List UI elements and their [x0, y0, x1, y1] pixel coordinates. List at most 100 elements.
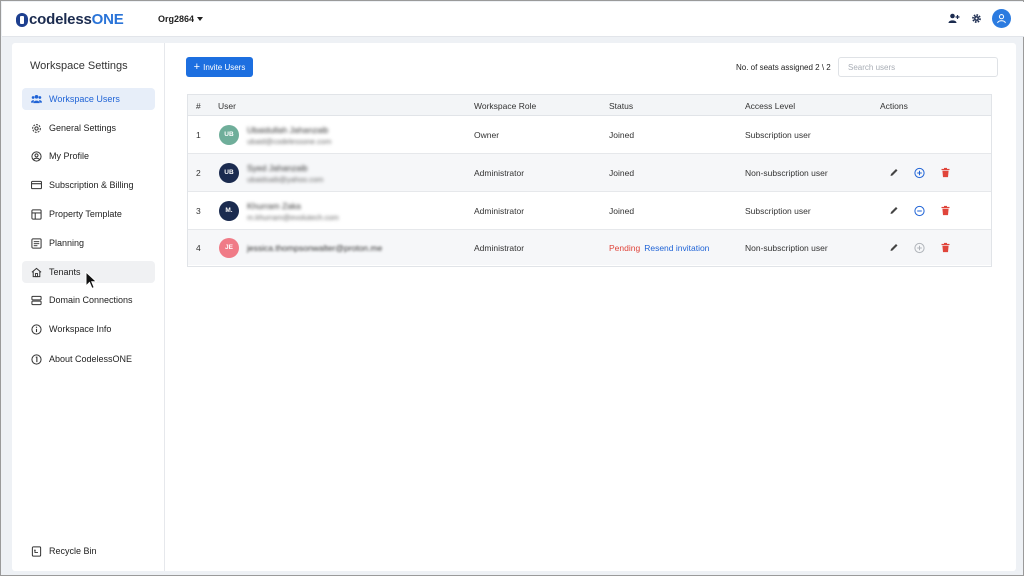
- invite-users-button[interactable]: + Invite Users: [186, 57, 253, 77]
- sidebar-item-workspace-info[interactable]: Workspace Info: [22, 318, 155, 340]
- access-level: Non-subscription user: [745, 167, 828, 178]
- add-user-icon[interactable]: [948, 13, 960, 25]
- user-email: ubaid@codelessone.com: [247, 137, 332, 146]
- gear-icon[interactable]: [970, 13, 982, 25]
- workspace-role: Owner: [474, 129, 500, 140]
- user-name: Ubaidullah Jahanzaib: [247, 125, 329, 135]
- logo-text: codelessONE: [29, 11, 124, 28]
- status-text: Joined: [609, 167, 635, 178]
- sidebar-item-general-settings[interactable]: General Settings: [22, 117, 155, 139]
- logo[interactable]: codelessONE: [16, 11, 124, 28]
- mouse-cursor-icon: [85, 271, 98, 290]
- status-pending: Pending: [609, 242, 641, 253]
- delete-icon[interactable]: [940, 205, 951, 216]
- avatar: JE: [219, 237, 239, 258]
- table-row: 2 UB Syed Jahanzaib ubaidsaib@yahoo.com …: [188, 154, 991, 192]
- sidebar-item-planning[interactable]: Planning: [22, 232, 155, 254]
- column-header-user: User: [218, 101, 236, 111]
- top-bar-actions: [948, 9, 1011, 28]
- info-icon: [31, 323, 42, 335]
- column-header-status: Status: [609, 101, 634, 111]
- invite-users-label: Invite Users: [203, 62, 246, 72]
- row-number: 3: [196, 205, 201, 216]
- avatar: UB: [219, 124, 239, 145]
- column-header-actions: Actions: [880, 101, 908, 111]
- column-header-role: Workspace Role: [474, 101, 537, 111]
- edit-icon[interactable]: [888, 242, 899, 253]
- user-name: Khurram Zaka: [247, 201, 301, 211]
- plus-circle-disabled-icon: [914, 242, 925, 253]
- sidebar-item-label: Tenants: [49, 267, 81, 277]
- sidebar-item-domain-connections[interactable]: Domain Connections: [22, 289, 155, 311]
- card-icon: [31, 180, 42, 191]
- sidebar-item-label: Property Template: [49, 209, 122, 219]
- delete-icon[interactable]: [940, 242, 951, 253]
- sidebar-item-label: Workspace Users: [49, 94, 120, 104]
- user-avatar-icon[interactable]: [992, 9, 1011, 28]
- row-number: 4: [196, 242, 201, 253]
- row-number: 1: [196, 129, 201, 140]
- sidebar-item-label: About CodelessONE: [49, 354, 133, 364]
- server-icon: [31, 295, 42, 306]
- table-row: 3 M. Khurram Zaka m.khurram@evolutech.co…: [188, 192, 991, 230]
- status-cell: Pending Resend invitation: [609, 243, 709, 253]
- table-row: 1 UB Ubaidullah Jahanzaib ubaid@codeless…: [188, 116, 991, 154]
- user-name: Syed Jahanzaib: [247, 163, 308, 173]
- logo-mark-icon: [16, 12, 28, 27]
- workspace-role: Administrator: [474, 167, 525, 178]
- minus-circle-icon[interactable]: [914, 205, 925, 216]
- row-number: 2: [196, 167, 201, 178]
- sidebar-item-subscription-billing[interactable]: Subscription & Billing: [22, 174, 155, 196]
- org-selector[interactable]: Org2864: [158, 14, 204, 24]
- sidebar-item-my-profile[interactable]: My Profile: [22, 145, 155, 167]
- sidebar-item-recycle-bin[interactable]: Recycle Bin: [22, 540, 155, 562]
- user-email: m.khurram@evolutech.com: [247, 213, 339, 222]
- sidebar-item-label: Recycle Bin: [49, 546, 97, 556]
- resend-invitation-link[interactable]: Resend invitation: [644, 243, 709, 253]
- seats-assigned-text: No. of seats assigned 2 \ 2: [736, 63, 831, 72]
- status-text: Joined: [609, 205, 635, 216]
- row-actions: [888, 205, 951, 216]
- access-level: Subscription user: [745, 205, 811, 216]
- sidebar-item-label: Subscription & Billing: [49, 180, 134, 190]
- sidebar-item-property-template[interactable]: Property Template: [22, 203, 155, 225]
- profile-icon: [31, 150, 42, 162]
- top-bar: codelessONE Org2864: [2, 2, 1024, 37]
- sidebar-title: Workspace Settings: [30, 60, 128, 72]
- home-icon: [31, 267, 42, 278]
- workspace-role: Administrator: [474, 205, 525, 216]
- gear-icon: [31, 123, 42, 134]
- row-actions: [888, 167, 951, 178]
- settings-panel: Workspace Settings Workspace Users Gener…: [12, 43, 1016, 571]
- column-header-number: #: [196, 101, 201, 111]
- sidebar-item-label: Domain Connections: [49, 295, 133, 305]
- app-frame: codelessONE Org2864 Workspace Settings W…: [0, 0, 1024, 576]
- plus-circle-icon[interactable]: [914, 167, 925, 178]
- table-header: # User Workspace Role Status Access Leve…: [188, 95, 991, 116]
- chevron-down-icon: [197, 17, 204, 21]
- sidebar-item-label: My Profile: [49, 151, 90, 161]
- sidebar-item-label: General Settings: [49, 123, 117, 133]
- search-users-input[interactable]: [838, 57, 998, 77]
- sidebar-item-workspace-users[interactable]: Workspace Users: [22, 88, 155, 110]
- plus-icon: +: [193, 61, 201, 73]
- table-row: 4 JE jessica.thompsonwalter@proton.me Ad…: [188, 230, 991, 265]
- recycle-bin-icon: [31, 545, 42, 557]
- status-text: Joined: [609, 129, 635, 140]
- avatar: M.: [219, 200, 239, 221]
- about-icon: [31, 353, 42, 365]
- workspace-role: Administrator: [474, 242, 525, 253]
- template-icon: [31, 208, 42, 220]
- sidebar: Workspace Settings Workspace Users Gener…: [12, 43, 165, 571]
- users-table: # User Workspace Role Status Access Leve…: [187, 94, 992, 267]
- sidebar-item-about[interactable]: About CodelessONE: [22, 348, 155, 370]
- users-icon: [31, 94, 42, 105]
- org-name: Org2864: [158, 14, 195, 24]
- edit-icon[interactable]: [888, 205, 899, 216]
- edit-icon[interactable]: [888, 167, 899, 178]
- delete-icon[interactable]: [940, 167, 951, 178]
- access-level: Subscription user: [745, 129, 811, 140]
- user-email: ubaidsaib@yahoo.com: [247, 175, 324, 184]
- user-email: jessica.thompsonwalter@proton.me: [247, 242, 383, 253]
- avatar: UB: [219, 162, 239, 183]
